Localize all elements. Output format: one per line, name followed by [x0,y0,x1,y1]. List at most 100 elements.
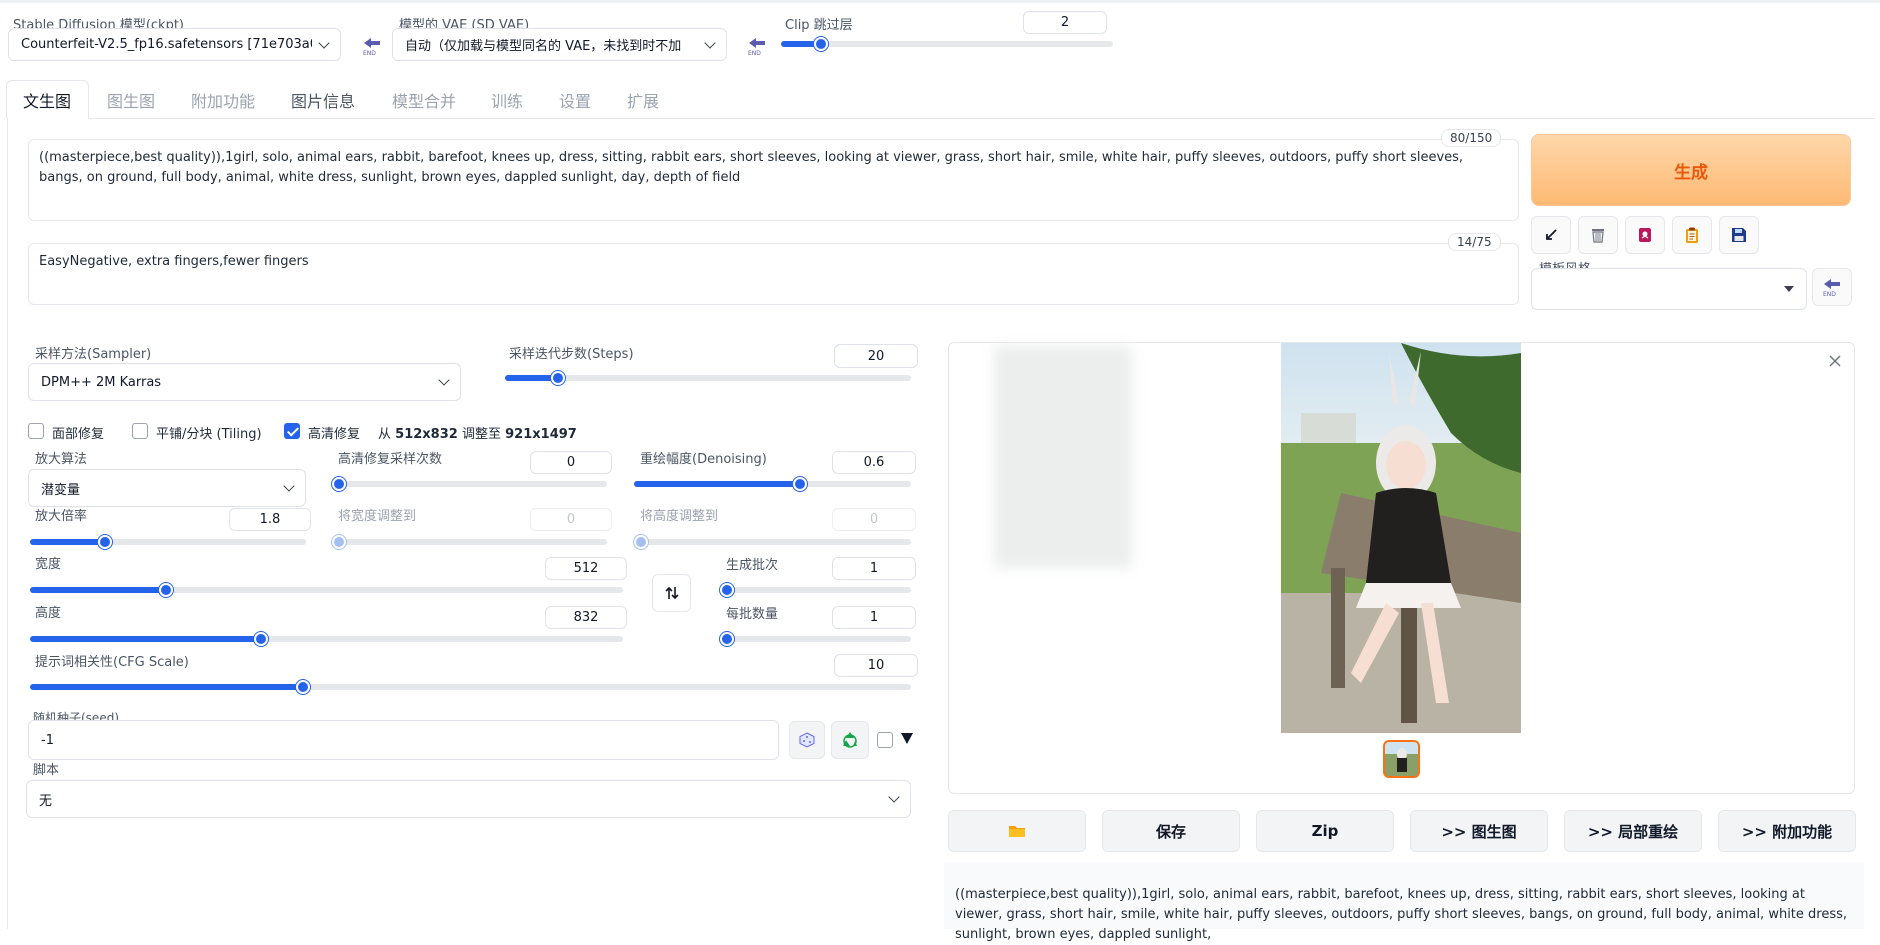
send-to-img2img-button[interactable]: >> 图生图 [1410,810,1548,852]
send-to-extras-button[interactable]: >> 附加功能 [1718,810,1856,852]
hires-from-text: 从 [378,427,392,442]
generate-button[interactable]: 生成 [1531,134,1851,206]
denoise-input[interactable]: 0.6 [832,451,916,474]
negative-prompt-textarea[interactable]: EasyNegative, extra fingers,fewer finger… [28,243,1519,305]
width-slider[interactable] [30,583,623,597]
upscaler-dropdown[interactable]: 潜变量 [28,469,306,507]
tab-extras[interactable]: 附加功能 [191,88,255,112]
refresh-vae-icon[interactable]: END [745,34,769,58]
recycle-icon[interactable] [831,721,869,759]
hires-steps-input[interactable]: 0 [530,451,612,474]
hires-mid-text: 调整至 [461,427,501,442]
extra-seed-toggle-icon[interactable] [901,733,913,744]
refresh-ckpt-icon[interactable]: END [360,34,384,58]
upscaler-value: 潜变量 [41,482,81,498]
chevron-down-icon [318,36,330,49]
face-restore-checkbox[interactable] [28,423,44,439]
style-dropdown[interactable] [1531,268,1807,310]
extra-seed-checkbox[interactable] [877,732,893,748]
height-slider[interactable] [30,632,623,646]
hires-fix-label: 高清修复 [308,427,361,442]
vae-dropdown[interactable]: 自动（仅加载与模型同名的 VAE，未找到时不加 [392,28,727,61]
open-folder-button[interactable] [948,810,1086,852]
steps-label: 采样迭代步数(Steps) [509,347,634,362]
folder-icon [1009,826,1025,837]
hires-fix-checkbox[interactable] [284,423,300,439]
seed-value: -1 [41,732,54,748]
ckpt-dropdown[interactable]: Counterfeit-V2.5_fp16.safetensors [71e70… [8,28,341,61]
cfg-input[interactable]: 10 [834,654,918,677]
sampler-value: DPM++ 2M Karras [41,374,162,390]
batch-size-label: 每批数量 [726,607,779,622]
tab-txt2img[interactable]: 文生图 [23,88,71,112]
script-label: 脚本 [33,763,60,778]
send-to-inpaint-button[interactable]: >> 局部重绘 [1564,810,1702,852]
svg-text:END: END [1823,291,1836,297]
generation-info-text: ((masterpiece,best quality)),1girl, solo… [955,887,1848,942]
resize-height-label: 将高度调整到 [640,509,719,524]
tab-model-merge[interactable]: 模型合并 [392,88,456,112]
zip-button[interactable]: Zip [1256,810,1394,852]
swap-icon [664,586,679,600]
hires-steps-slider[interactable] [332,477,607,491]
card-icon[interactable] [1625,216,1665,254]
save-icon[interactable] [1719,216,1759,254]
apply-style-icon[interactable]: END [1812,268,1852,306]
cfg-slider[interactable] [30,680,911,694]
tab-extensions[interactable]: 扩展 [627,88,659,112]
sampler-dropdown[interactable]: DPM++ 2M Karras [28,363,461,401]
trash-icon[interactable] [1578,216,1618,254]
resize-height-input[interactable]: 0 [832,508,916,531]
clip-slider[interactable] [781,37,1113,51]
height-input[interactable]: 832 [545,606,627,629]
scale-label: 放大倍率 [35,509,88,524]
tabs-underline [88,118,1874,119]
svg-text:END: END [748,50,761,56]
gallery-thumbnail[interactable] [1383,740,1420,778]
resize-width-slider[interactable] [332,535,607,549]
face-restore-label: 面部修复 [52,427,105,442]
chevron-down-icon [283,480,295,492]
save-button[interactable]: 保存 [1102,810,1240,852]
batch-count-label: 生成批次 [726,558,779,573]
top-border [0,0,1880,3]
batch-count-slider[interactable] [720,583,911,597]
hires-steps-label: 高清修复采样次数 [338,452,443,467]
seed-input[interactable]: -1 [28,720,779,760]
clipboard-icon[interactable] [1672,216,1712,254]
dice-icon[interactable] [789,721,825,759]
scale-slider[interactable] [30,535,306,549]
chevron-down-icon [888,791,900,803]
scale-input[interactable]: 1.8 [229,508,311,531]
denoise-slider[interactable] [634,477,911,491]
clip-input[interactable]: 2 [1023,11,1107,34]
upscaler-label: 放大算法 [35,452,88,467]
steps-slider[interactable] [505,371,911,385]
arrow-diagonal-icon[interactable] [1531,216,1571,254]
batch-size-input[interactable]: 1 [832,606,916,629]
clip-label: Clip 跳过层 [785,18,853,33]
chevron-down-icon [438,374,450,386]
batch-count-input[interactable]: 1 [832,557,916,580]
tab-train[interactable]: 训练 [491,88,523,112]
tab-png-info[interactable]: 图片信息 [291,88,355,112]
blurred-preview-thumbnail [994,346,1132,568]
width-input[interactable]: 512 [545,557,627,580]
prompt-textarea[interactable]: ((masterpiece,best quality)),1girl, solo… [28,139,1519,221]
resize-width-label: 将宽度调整到 [338,509,417,524]
resize-width-input[interactable]: 0 [530,508,612,531]
batch-size-slider[interactable] [720,632,911,646]
svg-text:END: END [363,50,376,56]
tab-img2img[interactable]: 图生图 [107,88,155,112]
generated-image[interactable] [1281,343,1521,733]
hires-to-size: 921x1497 [505,427,577,442]
tab-settings[interactable]: 设置 [559,88,591,112]
tiling-checkbox[interactable] [132,423,148,439]
swap-dimensions-button[interactable] [652,574,691,612]
panel-left-border [7,118,8,929]
close-icon[interactable] [1826,352,1844,370]
resize-height-slider[interactable] [634,535,911,549]
steps-input[interactable]: 20 [834,344,918,368]
script-dropdown[interactable]: 无 [26,780,911,818]
script-value: 无 [39,793,53,809]
